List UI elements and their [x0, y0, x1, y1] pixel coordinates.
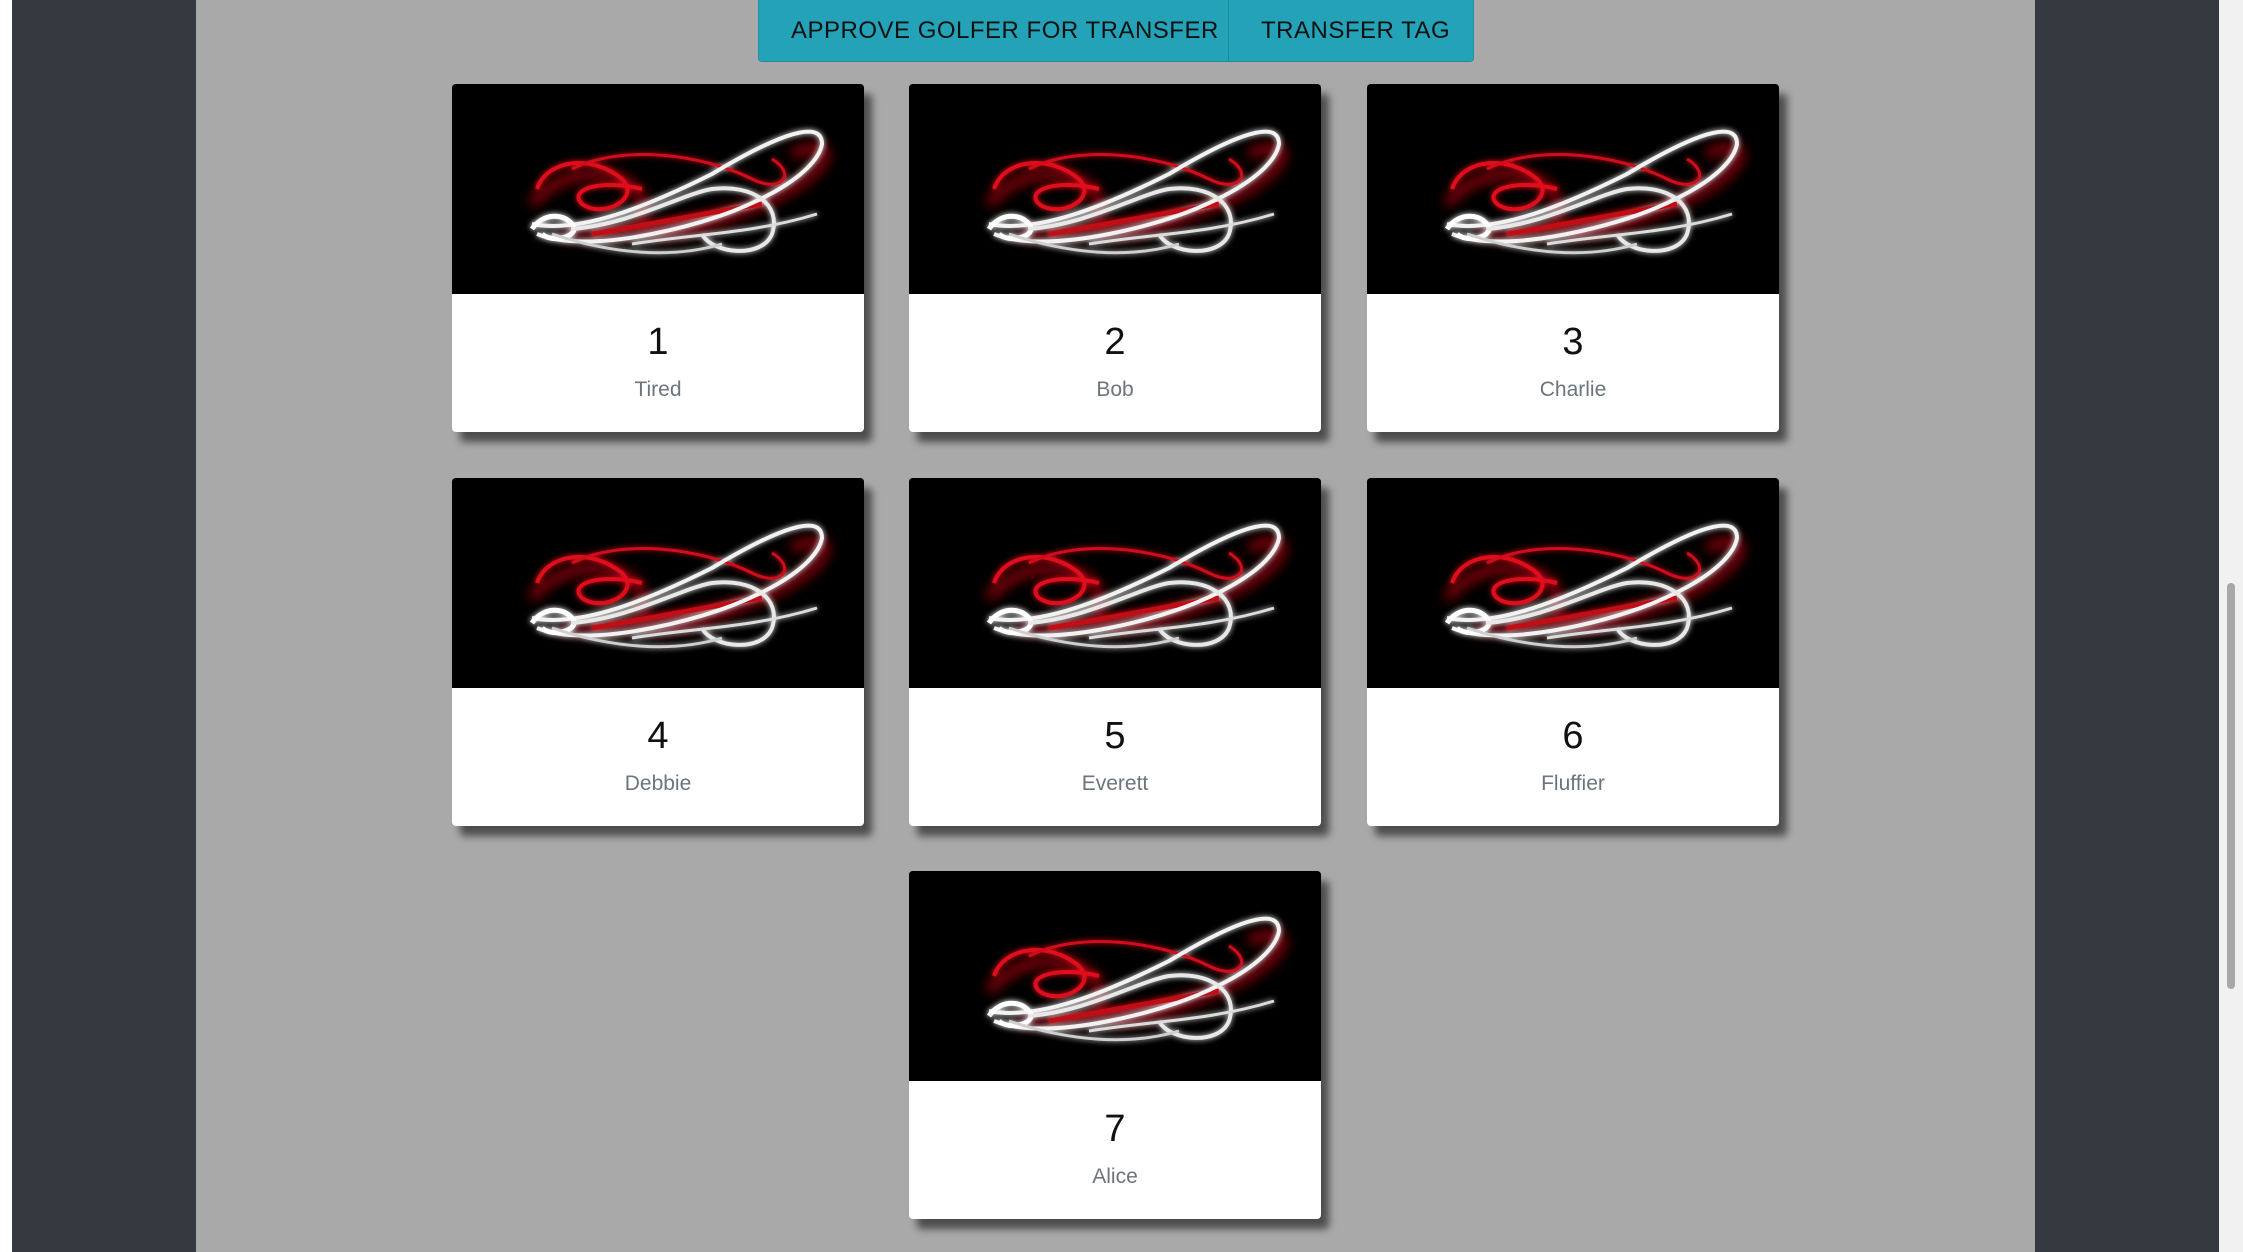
card-name: Bob	[1096, 378, 1134, 401]
light-trail-image	[1367, 478, 1779, 688]
card-body: 2 Bob	[909, 294, 1321, 432]
golfer-card[interactable]: 3 Charlie	[1367, 84, 1779, 432]
card-name: Charlie	[1539, 378, 1607, 401]
card-body: 7 Alice	[909, 1081, 1321, 1219]
golfer-card[interactable]: 4 Debbie	[452, 478, 864, 826]
card-name: Fluffier	[1541, 772, 1605, 795]
card-body: 6 Fluffier	[1367, 688, 1779, 826]
card-name: Everett	[1081, 772, 1149, 795]
light-trail-image	[452, 84, 864, 294]
card-name: Debbie	[624, 772, 692, 795]
card-name: Alice	[1092, 1165, 1138, 1188]
light-trail-image	[909, 478, 1321, 688]
light-trail-image	[1367, 84, 1779, 294]
card-body: 4 Debbie	[452, 688, 864, 826]
vertical-scrollbar[interactable]	[2219, 0, 2243, 1252]
card-number: 3	[1562, 321, 1584, 363]
scrollbar-thumb[interactable]	[2227, 583, 2235, 989]
card-body: 3 Charlie	[1367, 294, 1779, 432]
light-trail-image	[909, 871, 1321, 1081]
card-body: 1 Tired	[452, 294, 864, 432]
golfer-card[interactable]: 1 Tired	[452, 84, 864, 432]
golfer-card[interactable]: 6 Fluffier	[1367, 478, 1779, 826]
golfer-card[interactable]: 5 Everett	[909, 478, 1321, 826]
golfer-card[interactable]: 2 Bob	[909, 84, 1321, 432]
light-trail-image	[909, 84, 1321, 294]
transfer-tag-button[interactable]: TRANSFER TAG	[1229, 0, 1473, 61]
golfer-card[interactable]: 7 Alice	[909, 871, 1321, 1219]
card-number: 4	[647, 715, 669, 757]
card-number: 2	[1104, 321, 1126, 363]
card-number: 1	[647, 321, 669, 363]
card-number: 7	[1104, 1108, 1126, 1150]
light-trail-image	[452, 478, 864, 688]
card-number: 6	[1562, 715, 1584, 757]
approve-golfer-button[interactable]: APPROVE GOLFER FOR TRANSFER	[759, 0, 1229, 61]
action-button-group: APPROVE GOLFER FOR TRANSFER TRANSFER TAG	[758, 0, 1474, 62]
card-body: 5 Everett	[909, 688, 1321, 826]
window-edge	[0, 0, 12, 1252]
card-number: 5	[1104, 715, 1126, 757]
card-name: Tired	[634, 378, 682, 401]
